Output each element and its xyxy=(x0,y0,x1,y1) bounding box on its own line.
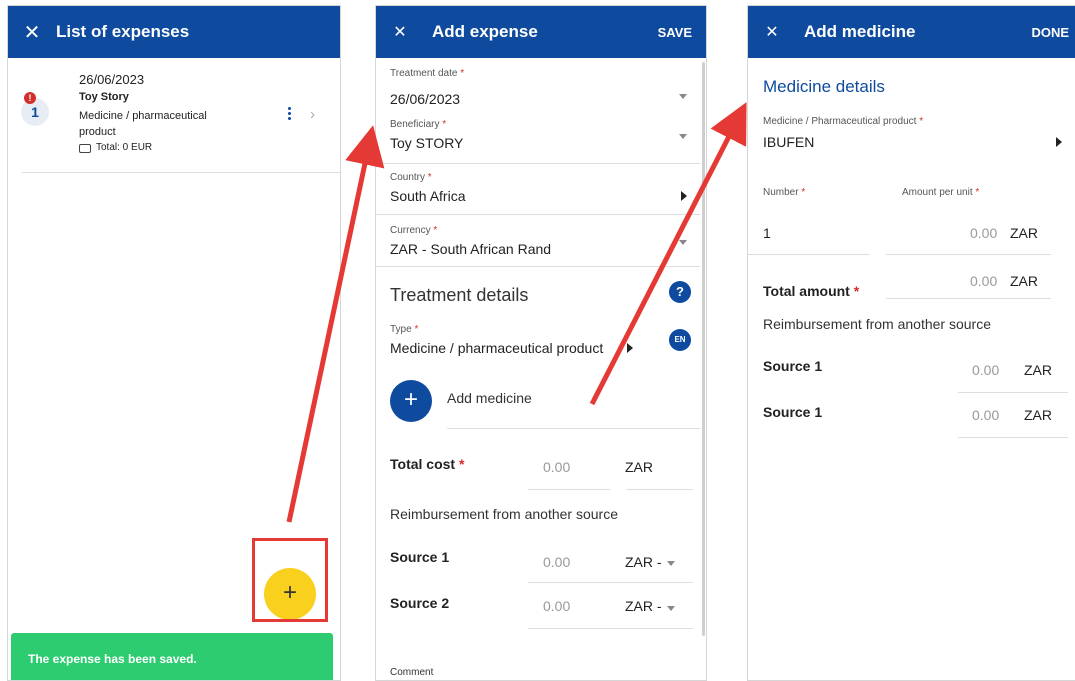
close-icon[interactable]: ✕ xyxy=(748,22,796,42)
add-expense-screen: ✕ Add expense SAVE Treatment date * 26/0… xyxy=(375,5,707,681)
more-vert-icon[interactable] xyxy=(288,107,292,123)
expense-type: Medicine / pharmaceutical product xyxy=(79,110,207,138)
input-underline xyxy=(528,582,693,583)
source2-label: Source 2 xyxy=(390,595,450,611)
screen-title: Add expense xyxy=(432,22,538,41)
help-icon[interactable]: ? xyxy=(669,281,691,303)
language-badge[interactable]: EN xyxy=(669,329,691,351)
save-button[interactable]: SAVE xyxy=(658,25,692,40)
arrow-right-icon[interactable] xyxy=(681,191,687,201)
section-title: Medicine details xyxy=(763,77,885,96)
expense-list-item[interactable]: 1 ! 26/06/2023 Toy Story Medicine / phar… xyxy=(8,58,340,173)
product-field[interactable]: IBUFEN xyxy=(763,134,814,150)
source1b-label: Source 1 xyxy=(763,404,823,420)
type-field[interactable]: Medicine / pharmaceutical product xyxy=(390,340,603,356)
app-bar: ✕ Add medicine DONE xyxy=(748,6,1075,58)
wallet-icon xyxy=(79,144,91,153)
source1-currency[interactable]: ZAR - xyxy=(625,554,662,570)
expense-name: Toy Story xyxy=(79,91,129,103)
expense-date: 26/06/2023 xyxy=(79,72,145,87)
source2-currency[interactable]: ZAR - xyxy=(625,598,662,614)
chevron-down-icon[interactable] xyxy=(679,94,687,99)
divider xyxy=(22,172,340,173)
source1b-input[interactable]: 0.00 xyxy=(972,407,999,423)
fab-highlight-box xyxy=(252,538,328,622)
done-button[interactable]: DONE xyxy=(1031,25,1069,40)
country-label: Country * xyxy=(390,172,432,183)
source1-label: Source 1 xyxy=(390,549,450,565)
input-underline xyxy=(748,254,870,255)
total-cost-currency: ZAR xyxy=(625,459,653,475)
close-icon[interactable]: ✕ xyxy=(376,22,424,42)
input-underline xyxy=(958,437,1068,438)
total-amount-label: Total amount * xyxy=(763,283,860,299)
error-badge-icon: ! xyxy=(24,92,36,104)
section-title: Treatment details xyxy=(390,285,529,305)
total-amount-value: 0.00 xyxy=(970,273,998,289)
input-underline xyxy=(626,489,693,490)
input-underline xyxy=(886,254,1051,255)
chevron-down-icon[interactable] xyxy=(667,561,675,566)
screen-title: List of expenses xyxy=(56,22,190,41)
product-label: Medicine / Pharmaceutical product * xyxy=(763,116,924,127)
chevron-down-icon[interactable] xyxy=(679,240,687,245)
currency-field[interactable]: ZAR - South African Rand xyxy=(390,241,551,257)
chevron-down-icon[interactable] xyxy=(679,134,687,139)
total-cost-input[interactable]: 0.00 xyxy=(543,459,570,475)
number-input[interactable]: 1 xyxy=(763,225,771,241)
beneficiary-label: Beneficiary * xyxy=(390,119,447,130)
snackbar: The expense has been saved. xyxy=(11,633,333,680)
expense-total: Total: 0 EUR xyxy=(96,142,153,153)
source1-input[interactable]: 0.00 xyxy=(972,362,999,378)
arrow-right-icon[interactable] xyxy=(627,343,633,353)
total-cost-label: Total cost * xyxy=(390,456,465,472)
input-underline xyxy=(958,392,1068,393)
close-icon[interactable]: ✕ xyxy=(8,20,56,45)
number-label: Number * xyxy=(763,187,806,198)
app-bar: ✕ Add expense SAVE xyxy=(376,6,706,58)
reimbursement-title: Reimbursement from another source xyxy=(390,506,618,522)
add-medicine-button[interactable]: + xyxy=(390,380,432,422)
amount-per-unit-input[interactable]: 0.00 xyxy=(970,225,997,241)
scrollbar[interactable] xyxy=(702,62,705,636)
input-underline xyxy=(886,298,1051,299)
divider xyxy=(376,214,700,215)
beneficiary-field[interactable]: Toy STORY xyxy=(390,135,463,151)
treatment-date-field[interactable]: 26/06/2023 xyxy=(390,91,460,107)
country-field[interactable]: South Africa xyxy=(390,188,466,204)
divider xyxy=(376,163,700,164)
chevron-down-icon[interactable] xyxy=(667,606,675,611)
add-medicine-screen: ✕ Add medicine DONE Medicine details Med… xyxy=(747,5,1075,681)
amount-per-unit-label: Amount per unit * xyxy=(902,187,980,198)
input-underline xyxy=(528,628,693,629)
add-medicine-label[interactable]: Add medicine xyxy=(447,390,532,406)
expenses-list-screen: ✕ List of expenses 1 ! 26/06/2023 Toy St… xyxy=(7,5,341,681)
total-amount-currency: ZAR xyxy=(1010,273,1038,289)
divider xyxy=(447,428,700,429)
amount-currency: ZAR xyxy=(1010,225,1038,241)
currency-label: Currency * xyxy=(390,225,438,236)
arrow-right-icon[interactable] xyxy=(1056,137,1062,147)
input-underline xyxy=(528,489,610,490)
app-bar: ✕ List of expenses xyxy=(8,6,340,58)
type-label: Type * xyxy=(390,324,419,335)
source1-currency: ZAR xyxy=(1024,362,1052,378)
divider xyxy=(376,266,700,267)
source1-input[interactable]: 0.00 xyxy=(543,554,570,570)
treatment-date-label: Treatment date * xyxy=(390,68,465,79)
source1-label: Source 1 xyxy=(763,358,823,374)
comment-label: Comment xyxy=(390,667,434,678)
source2-input[interactable]: 0.00 xyxy=(543,598,570,614)
reimbursement-title: Reimbursement from another source xyxy=(763,316,991,332)
chevron-right-icon[interactable]: › xyxy=(310,106,315,123)
screen-title: Add medicine xyxy=(804,22,916,41)
source1b-currency: ZAR xyxy=(1024,407,1052,423)
